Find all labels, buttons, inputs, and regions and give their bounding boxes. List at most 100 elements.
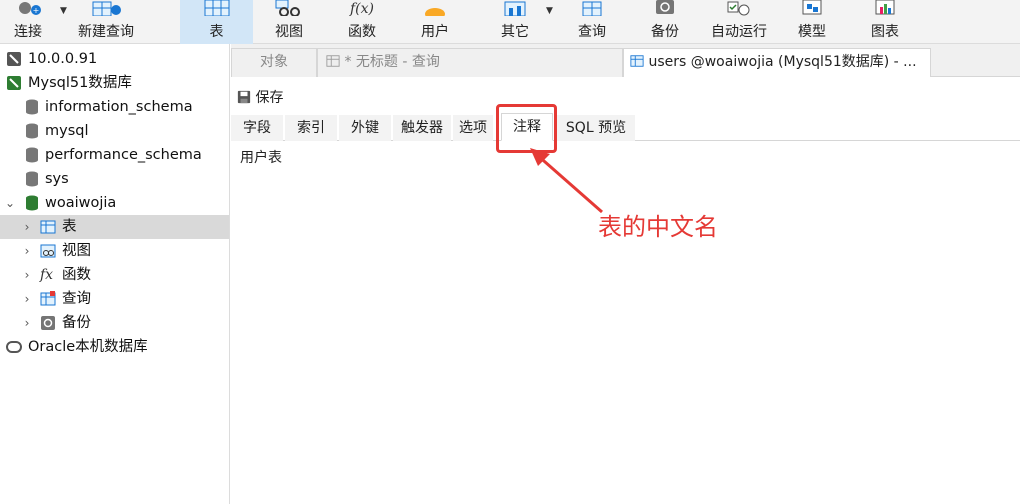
- tab-triggers[interactable]: 触发器: [393, 115, 451, 141]
- query-icon: [40, 291, 56, 306]
- chart-icon: [858, 0, 912, 16]
- connect-label: 连接: [14, 24, 42, 40]
- other-dropdown-icon[interactable]: ▼: [546, 6, 553, 16]
- auto-run-button[interactable]: 自动运行: [700, 0, 778, 44]
- new-query-button[interactable]: 新建查询: [72, 0, 140, 44]
- tree-item-queries[interactable]: › 查询: [0, 287, 229, 311]
- tree-item-connection-oracle[interactable]: Oracle本机数据库: [0, 335, 229, 359]
- tree-item-label: 表: [62, 219, 77, 235]
- tree-item-label: 备份: [62, 315, 91, 331]
- database-open-icon: [26, 195, 38, 211]
- mysql-connection-icon: [7, 76, 21, 90]
- tree-item-label: 函数: [62, 267, 91, 283]
- oracle-connection-icon: [6, 341, 22, 353]
- tree-item-backups[interactable]: › 备份: [0, 311, 229, 335]
- connection-icon: [7, 52, 21, 66]
- function-button[interactable]: f(x) 函数: [330, 0, 394, 44]
- tree-item-label: mysql: [45, 123, 89, 139]
- query-button[interactable]: 查询: [565, 0, 619, 44]
- database-icon: [26, 99, 38, 115]
- tab-untitled-query[interactable]: * 无标题 - 查询: [317, 48, 623, 77]
- backup-icon: [638, 0, 692, 16]
- annotation-arrow-icon: [530, 148, 603, 214]
- chevron-right-icon[interactable]: ›: [21, 311, 33, 335]
- user-button[interactable]: 用户: [404, 0, 466, 44]
- new-query-label: 新建查询: [78, 24, 134, 40]
- backup-label: 备份: [651, 24, 679, 40]
- tree-item-db-sys[interactable]: sys: [0, 167, 229, 191]
- tab-options[interactable]: 选项: [453, 115, 493, 141]
- tree-item-views[interactable]: › 视图: [0, 239, 229, 263]
- comment-text[interactable]: 用户表: [240, 147, 282, 167]
- connect-button[interactable]: + 连接: [0, 0, 56, 44]
- backup-button[interactable]: 备份: [638, 0, 692, 44]
- table-icon: [180, 0, 253, 16]
- tree-item-connection-mysql51[interactable]: Mysql51数据库: [0, 71, 229, 95]
- new-query-icon: [72, 0, 140, 16]
- save-label: 保存: [255, 90, 284, 106]
- tree-item-db-woaiwojia[interactable]: ⌄ woaiwojia: [0, 191, 229, 215]
- tree-item-label: 视图: [62, 243, 91, 259]
- annotation-text: 表的中文名: [598, 213, 718, 241]
- tree-item-tables[interactable]: › 表: [0, 215, 229, 239]
- tab-indexes[interactable]: 索引: [285, 115, 337, 141]
- svg-text:+: +: [33, 6, 40, 15]
- save-icon: [237, 90, 251, 104]
- query-icon: [565, 0, 619, 16]
- tree-item-db-mysql[interactable]: mysql: [0, 119, 229, 143]
- tab-fields[interactable]: 字段: [231, 115, 283, 141]
- tree-item-functions[interactable]: › fx 函数: [0, 263, 229, 287]
- database-icon: [26, 147, 38, 163]
- model-button[interactable]: 模型: [784, 0, 840, 44]
- tab-users-table[interactable]: users @woaiwojia (Mysql51数据库) - ...: [623, 48, 931, 77]
- chart-button[interactable]: 图表: [858, 0, 912, 44]
- table-button[interactable]: 表: [180, 0, 253, 44]
- chevron-right-icon[interactable]: ›: [21, 239, 33, 263]
- main-toolbar: + 连接 ▼ 新建查询 表 视图 f(x) 函数 用户 其它 ▼ 查询 备份 自…: [0, 0, 1020, 44]
- plug-icon: +: [0, 0, 56, 16]
- chart-label: 图表: [871, 24, 899, 40]
- query-icon: [326, 55, 340, 67]
- chevron-down-icon[interactable]: ⌄: [4, 191, 16, 215]
- comment-editor[interactable]: 用户表: [231, 141, 1020, 504]
- tree-item-label: 10.0.0.91: [28, 51, 98, 67]
- tab-untitled-query-label: * 无标题 - 查询: [344, 54, 440, 70]
- tab-users-table-label: users @woaiwojia (Mysql51数据库) - ...: [648, 54, 917, 70]
- other-icon: [490, 0, 540, 16]
- table-icon: [630, 55, 644, 67]
- tree-item-label: sys: [45, 171, 69, 187]
- editor-toolbar: 保存: [231, 84, 1020, 112]
- table-icon: [40, 220, 56, 234]
- database-icon: [26, 171, 38, 187]
- tab-objects[interactable]: 对象: [231, 48, 317, 77]
- function-label: 函数: [348, 24, 376, 40]
- tree-item-label: 查询: [62, 291, 91, 307]
- view-icon: [255, 0, 323, 16]
- save-button[interactable]: 保存: [237, 88, 283, 108]
- database-icon: [26, 123, 38, 139]
- tab-objects-label: 对象: [260, 54, 288, 70]
- user-icon: [404, 0, 466, 16]
- tree-item-db-performance-schema[interactable]: performance_schema: [0, 143, 229, 167]
- chevron-right-icon[interactable]: ›: [21, 263, 33, 287]
- user-label: 用户: [421, 24, 449, 40]
- document-tab-bar: 对象 * 无标题 - 查询 users @woaiwojia (Mysql51数…: [231, 44, 1020, 77]
- function-icon: fx: [40, 267, 54, 283]
- tree-item-db-information-schema[interactable]: information_schema: [0, 95, 229, 119]
- other-button[interactable]: 其它: [490, 0, 540, 44]
- table-design-tabs: 字段 索引 外键 触发器 选项 注释 SQL 预览: [231, 113, 1020, 141]
- tree-item-label: Mysql51数据库: [28, 75, 132, 91]
- tree-item-connection-10-0-0-91[interactable]: 10.0.0.91: [0, 47, 229, 71]
- connect-dropdown-icon[interactable]: ▼: [60, 6, 67, 16]
- tab-sql-preview[interactable]: SQL 预览: [557, 115, 635, 141]
- chevron-right-icon[interactable]: ›: [21, 215, 33, 239]
- view-button[interactable]: 视图: [255, 0, 323, 44]
- chevron-right-icon[interactable]: ›: [21, 287, 33, 311]
- tree-item-label: woaiwojia: [45, 195, 117, 211]
- tab-foreign-keys[interactable]: 外键: [339, 115, 391, 141]
- tree-item-label: Oracle本机数据库: [28, 339, 148, 355]
- other-label: 其它: [501, 24, 529, 40]
- backup-icon: [41, 316, 55, 330]
- table-label: 表: [209, 24, 224, 40]
- model-icon: [784, 0, 840, 16]
